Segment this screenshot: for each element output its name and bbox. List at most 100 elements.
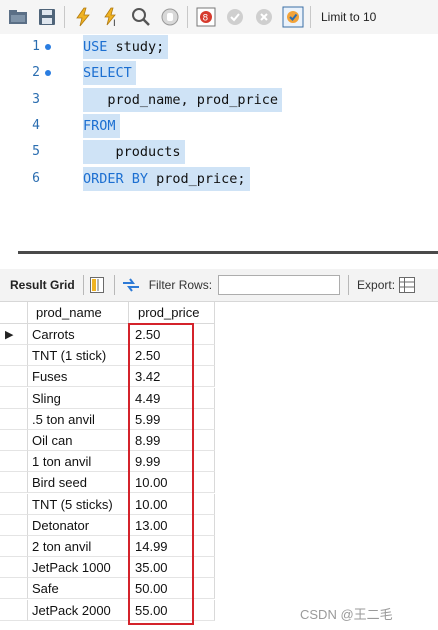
- row-selector[interactable]: [0, 493, 28, 515]
- table-row[interactable]: TNT (5 sticks) 10.00: [0, 493, 215, 515]
- editor-line[interactable]: 6 ORDER BY prod_price;: [0, 166, 438, 191]
- row-selector[interactable]: [0, 599, 28, 621]
- toolbar-separator: [348, 275, 350, 295]
- limit-rows-selector[interactable]: Limit to 10: [321, 10, 376, 24]
- row-selector[interactable]: [0, 451, 28, 473]
- table-row[interactable]: Fuses 3.42: [0, 366, 215, 388]
- row-selector[interactable]: [0, 430, 28, 451]
- filter-rows-input[interactable]: [218, 275, 341, 295]
- row-selector[interactable]: [0, 514, 28, 536]
- cell-prod-name[interactable]: Bird seed: [28, 472, 129, 494]
- filter-rows-label: Filter Rows:: [148, 278, 213, 292]
- cell-prod-price[interactable]: 10.00: [129, 493, 215, 515]
- pane-splitter[interactable]: [18, 251, 438, 254]
- cell-prod-name[interactable]: JetPack 1000: [28, 557, 129, 579]
- cell-prod-name[interactable]: Carrots: [28, 324, 129, 345]
- autocommit-icon[interactable]: [282, 6, 304, 28]
- table-row[interactable]: .5 ton anvil 5.99: [0, 408, 215, 430]
- sql-editor[interactable]: 1 USE study; 2 SELECT 3 prod_name, prod_pric…: [0, 34, 438, 234]
- cell-prod-price[interactable]: 3.42: [129, 366, 215, 388]
- code-text: USE study;: [83, 35, 169, 59]
- cell-prod-price[interactable]: 55.00: [129, 599, 215, 621]
- table-row[interactable]: 1 ton anvil 9.99: [0, 451, 215, 473]
- row-selector[interactable]: [0, 366, 28, 388]
- cell-prod-name[interactable]: Detonator: [28, 514, 129, 536]
- row-selector[interactable]: [0, 387, 28, 409]
- line-number: 4: [32, 117, 40, 133]
- sql-keyword: ORDER BY: [83, 170, 149, 187]
- sql-text: products: [83, 144, 181, 161]
- row-selector[interactable]: [0, 345, 28, 367]
- table-row[interactable]: Bird seed 10.00: [0, 472, 215, 494]
- cell-prod-price[interactable]: 2.50: [129, 324, 215, 345]
- cell-prod-name[interactable]: 2 ton anvil: [28, 536, 129, 557]
- cell-prod-name[interactable]: Safe: [28, 578, 129, 600]
- cell-prod-name[interactable]: JetPack 2000: [28, 599, 129, 621]
- execute-icon[interactable]: [72, 6, 94, 28]
- row-selector[interactable]: ▶: [0, 324, 28, 345]
- cell-prod-price[interactable]: 10.00: [129, 472, 215, 494]
- row-selector[interactable]: [0, 472, 28, 494]
- rollback-icon[interactable]: [253, 6, 275, 28]
- explain-icon[interactable]: [130, 6, 152, 28]
- code-text: prod_name, prod_price: [83, 87, 283, 112]
- line-number: 2: [32, 65, 40, 81]
- table-row[interactable]: JetPack 1000 35.00: [0, 557, 215, 579]
- open-folder-icon[interactable]: [7, 6, 29, 28]
- cell-prod-price[interactable]: 13.00: [129, 514, 215, 536]
- editor-line[interactable]: 2 SELECT: [0, 61, 438, 86]
- editor-line[interactable]: 3 prod_name, prod_price: [0, 87, 438, 112]
- toolbar-separator: [82, 275, 84, 295]
- cell-prod-price[interactable]: 14.99: [129, 536, 215, 557]
- save-icon[interactable]: [36, 6, 58, 28]
- cell-prod-name[interactable]: 1 ton anvil: [28, 451, 129, 473]
- export-icon[interactable]: [399, 274, 416, 296]
- table-row[interactable]: Oil can 8.99: [0, 430, 215, 451]
- stop-icon[interactable]: [159, 6, 181, 28]
- editor-line[interactable]: 4 FROM: [0, 113, 438, 138]
- table-row[interactable]: Sling 4.49: [0, 387, 215, 409]
- cell-prod-price[interactable]: 8.99: [129, 430, 215, 451]
- result-grid: prod_name prod_price ▶ Carrots 2.50 TNT (1 …: [0, 302, 438, 630]
- toolbar-separator: [64, 6, 65, 28]
- cell-prod-name[interactable]: Fuses: [28, 366, 129, 388]
- cell-prod-price[interactable]: 4.49: [129, 387, 215, 409]
- sql-keyword: FROM: [83, 117, 116, 134]
- result-grid-tab[interactable]: Result Grid: [10, 278, 75, 292]
- cell-prod-price[interactable]: 2.50: [129, 345, 215, 367]
- toggle-error-icon[interactable]: 8: [195, 6, 217, 28]
- column-layout-icon[interactable]: [88, 274, 106, 296]
- cell-prod-price[interactable]: 35.00: [129, 557, 215, 579]
- row-selector[interactable]: [0, 536, 28, 557]
- table-row[interactable]: 2 ton anvil 14.99: [0, 536, 215, 557]
- table-row[interactable]: Detonator 13.00: [0, 514, 215, 536]
- table-row[interactable]: TNT (1 stick) 2.50: [0, 345, 215, 367]
- watermark: CSDN @王二毛: [300, 607, 393, 622]
- cell-prod-price[interactable]: 50.00: [129, 578, 215, 600]
- svg-text:I: I: [113, 19, 116, 27]
- row-selector[interactable]: [0, 578, 28, 600]
- cell-prod-price[interactable]: 9.99: [129, 451, 215, 473]
- table-row[interactable]: JetPack 2000 55.00: [0, 599, 215, 621]
- commit-icon[interactable]: [224, 6, 246, 28]
- table-row[interactable]: ▶ Carrots 2.50: [0, 324, 215, 345]
- table-row[interactable]: Safe 50.00: [0, 578, 215, 600]
- cell-prod-name[interactable]: TNT (5 sticks): [28, 493, 129, 515]
- column-header-prod-name[interactable]: prod_name: [28, 302, 129, 324]
- sql-keyword: SELECT: [83, 65, 132, 82]
- refresh-icon[interactable]: [121, 274, 141, 296]
- cell-prod-name[interactable]: Oil can: [28, 430, 129, 451]
- cell-prod-name[interactable]: .5 ton anvil: [28, 408, 129, 430]
- cell-prod-price[interactable]: 5.99: [129, 408, 215, 430]
- row-selector[interactable]: [0, 557, 28, 579]
- line-number: 6: [32, 170, 40, 186]
- cell-prod-name[interactable]: TNT (1 stick): [28, 345, 129, 367]
- cell-prod-name[interactable]: Sling: [28, 387, 129, 409]
- execute-current-icon[interactable]: I: [101, 6, 123, 28]
- sql-text: study;: [107, 39, 165, 55]
- editor-line[interactable]: 5 products: [0, 140, 438, 165]
- line-number: 5: [32, 144, 40, 160]
- row-selector[interactable]: [0, 408, 28, 430]
- editor-line[interactable]: 1 USE study;: [0, 35, 438, 59]
- column-header-prod-price[interactable]: prod_price: [129, 302, 215, 324]
